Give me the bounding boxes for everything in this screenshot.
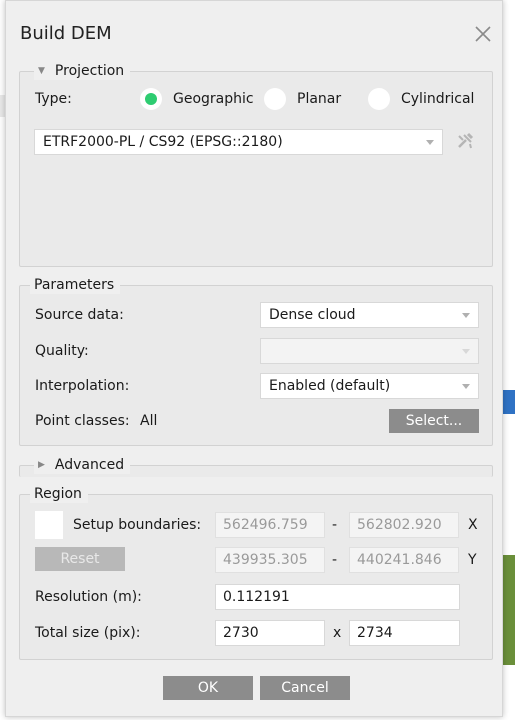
y-min-field[interactable]: 439935.305 [215, 547, 325, 573]
total-width-field[interactable]: 2730 [215, 620, 325, 646]
radio-planar[interactable] [264, 88, 286, 110]
radio-planar-label[interactable]: Planar [297, 91, 341, 107]
x-min-field[interactable]: 562496.759 [215, 512, 325, 538]
setup-boundaries-checkbox[interactable] [35, 511, 63, 539]
chevron-down-icon [426, 140, 434, 145]
reset-button[interactable]: Reset [35, 547, 125, 571]
dialog-title: Build DEM [20, 23, 112, 44]
radio-cylindrical[interactable] [368, 88, 390, 110]
select-point-classes-button[interactable]: Select... [389, 409, 479, 433]
collapse-triangle-icon: ▼ [38, 66, 45, 76]
region-legend-label: Region [34, 486, 82, 502]
chevron-down-icon [462, 384, 470, 389]
total-height-field[interactable]: 2734 [349, 620, 460, 646]
total-size-label: Total size (pix): [35, 625, 141, 641]
region-legend: Region [30, 485, 88, 503]
y-axis-label: Y [468, 552, 477, 568]
crs-dropdown[interactable]: ETRF2000-PL / CS92 (EPSG::2180) [34, 129, 443, 155]
parameters-legend: Parameters [30, 276, 121, 294]
radio-cylindrical-label[interactable]: Cylindrical [401, 91, 474, 107]
tools-icon[interactable] [454, 130, 476, 152]
projection-group: ▼ Projection Type: Geographic Planar Cyl… [19, 62, 493, 267]
advanced-legend-label: Advanced [54, 457, 125, 473]
background-image-right [503, 555, 515, 665]
quality-dropdown[interactable] [260, 338, 479, 364]
x-max-field[interactable]: 562802.920 [349, 512, 459, 538]
radio-geographic[interactable] [140, 88, 162, 110]
chevron-down-icon [462, 349, 470, 354]
y-range-dash: - [332, 552, 338, 568]
type-label: Type: [35, 91, 72, 107]
advanced-legend[interactable]: ▶ Advanced [34, 456, 131, 474]
interpolation-label: Interpolation: [35, 378, 130, 394]
chevron-down-icon [462, 313, 470, 318]
advanced-group: ▶ Advanced [19, 456, 493, 477]
resolution-label: Resolution (m): [35, 589, 142, 605]
projection-legend[interactable]: ▼ Projection [34, 62, 131, 80]
source-data-label: Source data: [35, 307, 124, 323]
ok-button[interactable]: OK [163, 676, 253, 700]
quality-label: Quality: [35, 343, 89, 359]
interpolation-value: Enabled (default) [269, 378, 391, 394]
build-dem-dialog: Build DEM ▼ Projection Type: Geographic … [5, 0, 503, 717]
expand-triangle-icon: ▶ [38, 460, 45, 470]
projection-legend-label: Projection [54, 63, 125, 79]
interpolation-dropdown[interactable]: Enabled (default) [260, 373, 479, 399]
close-icon[interactable] [472, 23, 494, 45]
resolution-field[interactable]: 0.112191 [215, 584, 460, 610]
y-max-field[interactable]: 440241.846 [349, 547, 459, 573]
crs-dropdown-value: ETRF2000-PL / CS92 (EPSG::2180) [43, 134, 283, 150]
point-classes-value: All [140, 413, 158, 429]
point-classes-label: Point classes: [35, 413, 130, 429]
parameters-group: Parameters Source data: Dense cloud Qual… [19, 276, 493, 446]
radio-geographic-label[interactable]: Geographic [173, 91, 254, 107]
x-range-dash: - [332, 517, 338, 533]
parameters-legend-label: Parameters [34, 277, 115, 293]
source-data-value: Dense cloud [269, 307, 356, 323]
x-axis-label: X [468, 517, 478, 533]
region-group: Region Setup boundaries: 562496.759 - 56… [19, 485, 493, 660]
total-size-times: x [333, 625, 342, 641]
cancel-button[interactable]: Cancel [260, 676, 350, 700]
source-data-dropdown[interactable]: Dense cloud [260, 302, 479, 328]
background-panel-right [503, 390, 515, 414]
setup-boundaries-label[interactable]: Setup boundaries: [73, 517, 201, 533]
